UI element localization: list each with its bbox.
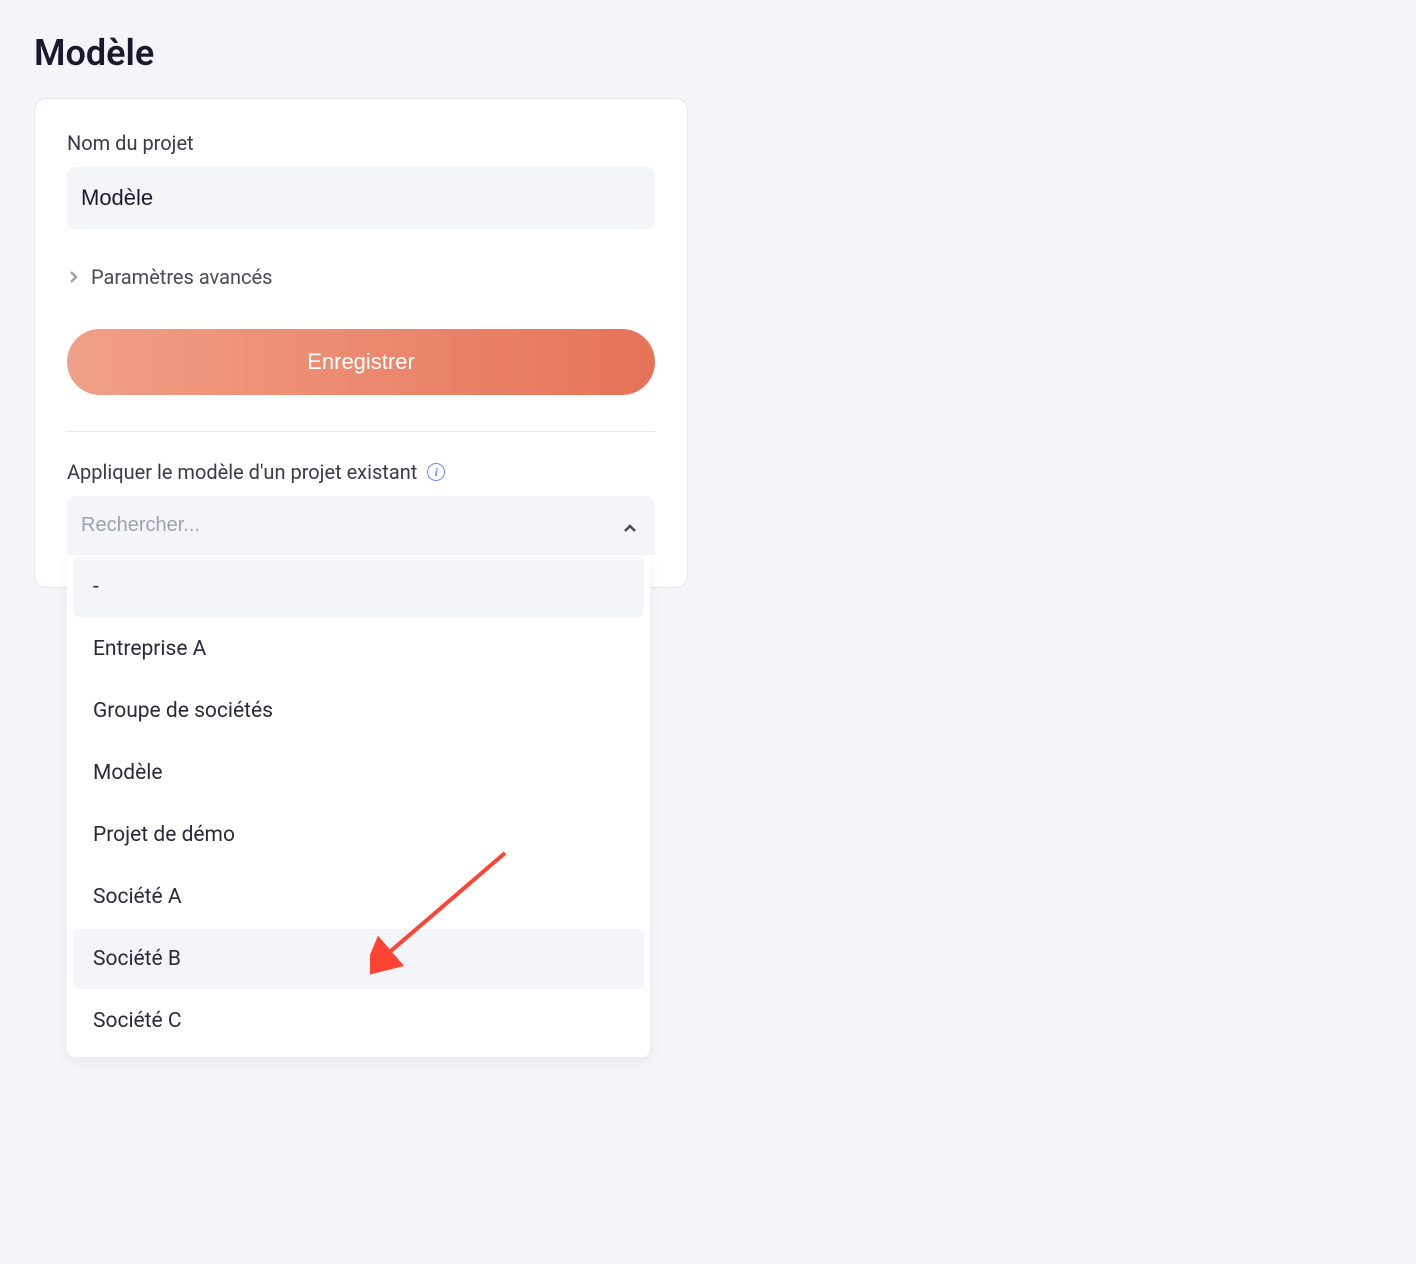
template-search-input[interactable] (67, 496, 655, 555)
template-dropdown[interactable]: -Entreprise AGroupe de sociétésModèlePro… (67, 496, 655, 555)
advanced-params-label: Paramètres avancés (91, 265, 272, 289)
template-option[interactable]: Groupe de sociétés (73, 681, 644, 741)
template-option[interactable]: Modèle (73, 743, 644, 803)
template-option[interactable]: Entreprise A (73, 619, 644, 679)
template-option[interactable]: Société C (73, 991, 644, 1051)
template-option[interactable]: Société B (73, 929, 644, 989)
info-icon[interactable]: i (427, 463, 445, 481)
template-option[interactable]: Société A (73, 867, 644, 927)
template-section-header: Appliquer le modèle d'un projet existant… (67, 460, 655, 484)
template-dropdown-list: -Entreprise AGroupe de sociétésModèlePro… (67, 555, 650, 1057)
page-title: Modèle (0, 0, 1416, 98)
model-form-card: Nom du projet Paramètres avancés Enregis… (34, 98, 688, 588)
divider (67, 431, 655, 432)
template-option[interactable]: Projet de démo (73, 805, 644, 865)
project-name-input[interactable] (67, 167, 655, 229)
template-option[interactable]: - (73, 557, 644, 617)
template-section-label: Appliquer le modèle d'un projet existant (67, 460, 417, 484)
chevron-right-icon (67, 270, 81, 284)
save-button[interactable]: Enregistrer (67, 329, 655, 395)
project-name-label: Nom du projet (67, 131, 655, 155)
advanced-params-toggle[interactable]: Paramètres avancés (67, 265, 655, 289)
